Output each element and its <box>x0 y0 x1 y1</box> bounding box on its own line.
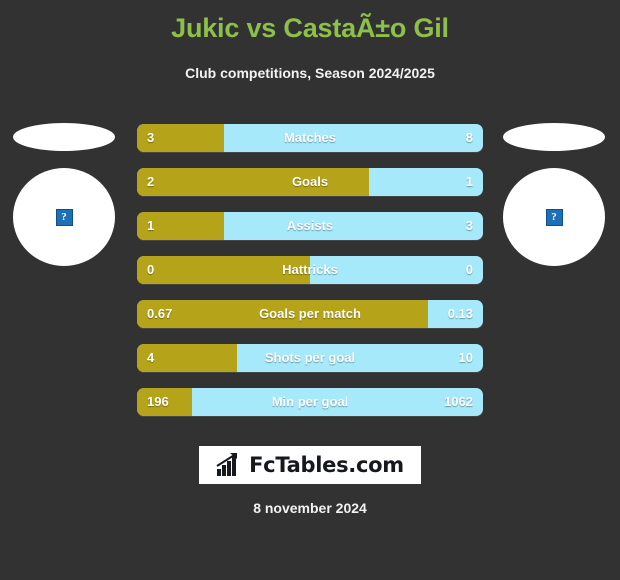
stat-label: Goals <box>291 174 329 189</box>
fctables-logo-text: FcTables.com <box>249 453 404 477</box>
stat-label: Matches <box>283 130 337 145</box>
stat-label: Hattricks <box>282 262 338 277</box>
stat-row: 4 Shots per goal 10 <box>137 344 483 372</box>
stat-value-away: 1 <box>465 174 473 189</box>
stat-row: 0.67 Goals per match 0.13 <box>137 300 483 328</box>
competition-subtitle: Club competitions, Season 2024/2025 <box>185 65 435 81</box>
stat-row: 2 Goals 1 <box>137 168 483 196</box>
stat-value-away: 0.13 <box>447 306 473 321</box>
broken-image-icon: ? <box>545 208 563 226</box>
stat-row: 1 Assists 3 <box>137 212 483 240</box>
footer-date: 8 november 2024 <box>253 500 367 516</box>
stat-value-away: 10 <box>458 350 473 365</box>
flag-icon-left <box>13 123 115 151</box>
flag-icon-right <box>503 123 605 151</box>
avatar-left: ? <box>13 168 115 266</box>
stat-label: Assists <box>286 218 334 233</box>
avatar-right: ? <box>503 168 605 266</box>
player-card-left: ? <box>5 118 125 288</box>
bar-chart-icon <box>216 453 238 476</box>
stat-row: 196 Min per goal 1062 <box>137 388 483 416</box>
stat-label: Shots per goal <box>264 350 356 365</box>
stat-comparison-chart: 3 Matches 8 2 Goals 1 1 Assists 3 0 Hatt… <box>137 124 483 432</box>
stat-value-away: 1062 <box>444 394 473 409</box>
stat-label: Min per goal <box>271 394 349 409</box>
header: Jukic vs CastaÃ±o Gil Club competitions,… <box>0 0 620 82</box>
page-title: Jukic vs CastaÃ±o Gil <box>171 13 449 43</box>
stat-label: Goals per match <box>259 306 361 321</box>
stat-row: 3 Matches 8 <box>137 124 483 152</box>
stat-value-away: 3 <box>465 218 473 233</box>
broken-image-icon: ? <box>55 208 73 226</box>
stat-value-away: 8 <box>465 130 473 145</box>
player-card-right: ? <box>495 118 615 288</box>
fctables-logo[interactable]: FcTables.com <box>199 446 421 484</box>
stat-row: 0 Hattricks 0 <box>137 256 483 284</box>
stat-value-away: 0 <box>465 262 473 277</box>
